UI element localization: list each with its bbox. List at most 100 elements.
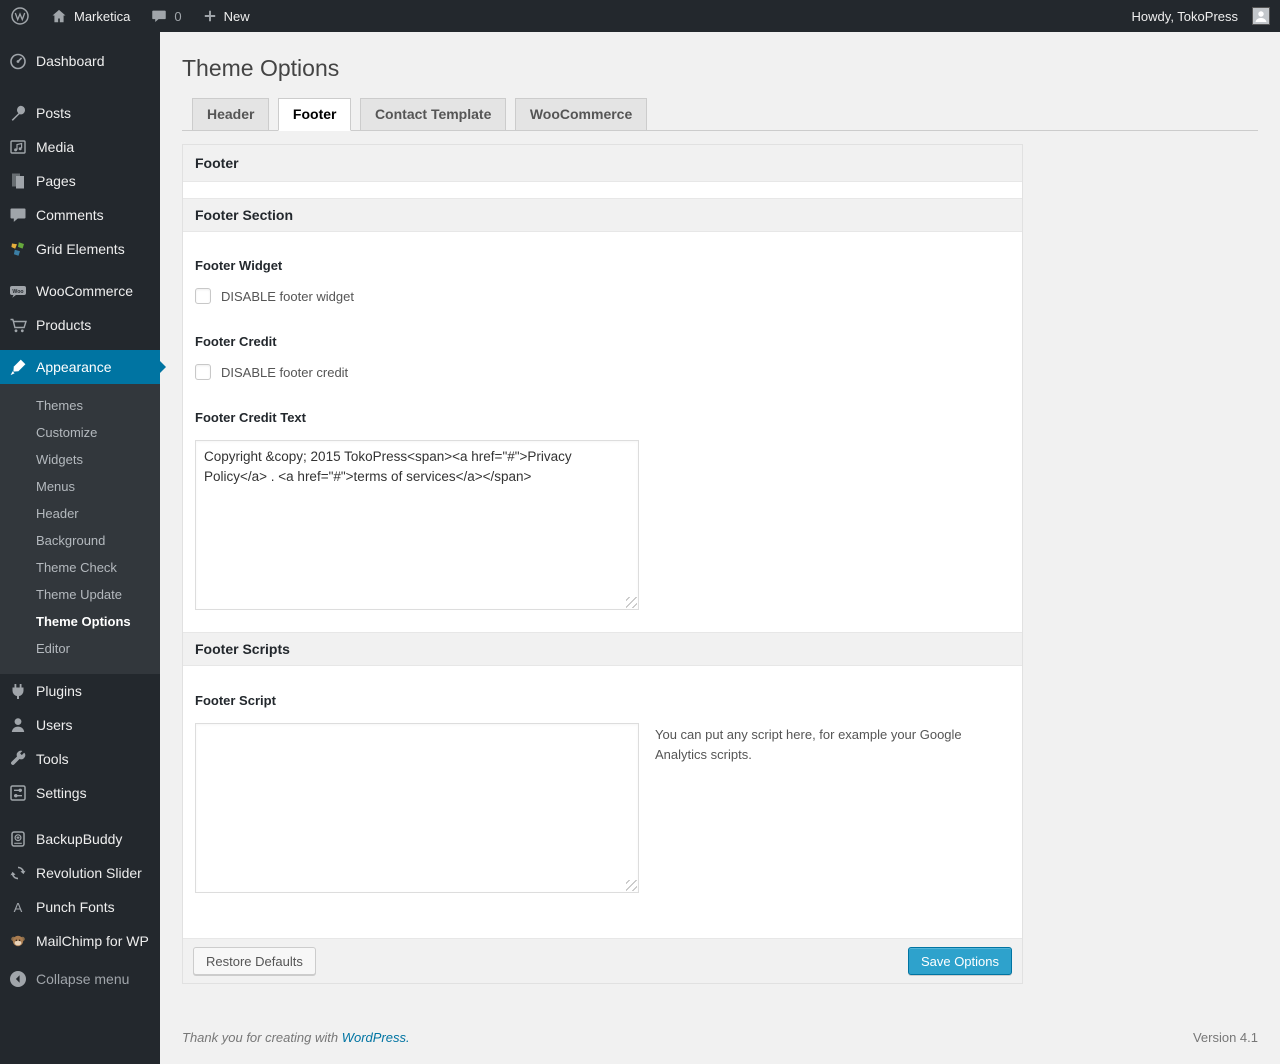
- new-content-menu[interactable]: New: [192, 0, 260, 32]
- sidebar-item-label: Pages: [36, 173, 76, 189]
- sidebar-item-label: Comments: [36, 207, 104, 223]
- sidebar-item-mailchimp[interactable]: MailChimp for WP: [0, 924, 160, 958]
- tab-contact-template[interactable]: Contact Template: [359, 98, 507, 131]
- sidebar-item-label: Plugins: [36, 683, 82, 699]
- svg-text:Woo: Woo: [12, 289, 23, 295]
- save-options-button[interactable]: Save Options: [907, 947, 1012, 975]
- wordpress-logo-icon: [10, 6, 30, 26]
- wordpress-link[interactable]: WordPress.: [342, 1030, 410, 1045]
- tools-icon: [8, 749, 36, 769]
- site-name: Marketica: [74, 8, 131, 24]
- tab-header[interactable]: Header: [192, 98, 270, 131]
- footer-script-helper-text: You can put any script here, for example…: [655, 727, 962, 763]
- pages-icon: [8, 171, 36, 191]
- footer-section-header: Footer Section: [183, 198, 1022, 232]
- submenu-item-background[interactable]: Background: [0, 527, 160, 554]
- sidebar-item-media[interactable]: Media: [0, 130, 160, 164]
- sidebar-item-label: BackupBuddy: [36, 831, 123, 847]
- sidebar-item-pages[interactable]: Pages: [0, 164, 160, 198]
- avatar: [1252, 7, 1270, 25]
- sidebar-item-posts[interactable]: Posts: [0, 96, 160, 130]
- plus-icon: [202, 8, 218, 24]
- sidebar-item-woocommerce[interactable]: Woo WooCommerce: [0, 274, 160, 308]
- my-account-menu[interactable]: Howdy, TokoPress: [1122, 7, 1280, 25]
- sidebar-item-settings[interactable]: Settings: [0, 776, 160, 810]
- footer-script-input[interactable]: [195, 723, 639, 893]
- footer-widget-label: Footer Widget: [195, 258, 283, 273]
- footer-credit-checkbox-label: DISABLE footer credit: [221, 364, 349, 380]
- submenu-item-theme-options[interactable]: Theme Options: [0, 608, 160, 635]
- pin-icon: [8, 103, 36, 123]
- main-content: Theme Options Header Footer Contact Temp…: [160, 32, 1280, 1064]
- sidebar-item-plugins[interactable]: Plugins: [0, 674, 160, 708]
- users-icon: [8, 715, 36, 735]
- submenu-item-widgets[interactable]: Widgets: [0, 446, 160, 473]
- cart-icon: [8, 315, 36, 335]
- sidebar-item-label: Punch Fonts: [36, 899, 115, 915]
- resize-grip-icon[interactable]: [626, 880, 637, 891]
- submenu-item-menus[interactable]: Menus: [0, 473, 160, 500]
- revolution-slider-icon: [8, 863, 36, 883]
- mailchimp-icon: [8, 931, 36, 951]
- footer-widget-checkbox-label: DISABLE footer widget: [221, 288, 354, 304]
- footer-credit-checkbox[interactable]: [195, 364, 211, 380]
- sidebar-item-collapse-menu[interactable]: Collapse menu: [0, 962, 160, 996]
- sidebar-item-label: Dashboard: [36, 53, 105, 69]
- appearance-submenu: Themes Customize Widgets Menus Header Ba…: [0, 384, 160, 674]
- home-icon: [50, 7, 68, 25]
- sidebar-item-label: Media: [36, 139, 75, 155]
- sidebar-item-dashboard[interactable]: Dashboard: [0, 44, 160, 78]
- sidebar-item-tools[interactable]: Tools: [0, 742, 160, 776]
- plugins-icon: [8, 681, 36, 701]
- sidebar-item-label: Grid Elements: [36, 241, 125, 257]
- appearance-icon: [8, 357, 36, 377]
- backupbuddy-icon: [8, 829, 36, 849]
- tab-woocommerce[interactable]: WooCommerce: [514, 98, 648, 131]
- sidebar-item-label: Posts: [36, 105, 72, 121]
- new-label: New: [223, 8, 250, 24]
- theme-options-panel: Footer Footer Section Footer Widget DISA…: [182, 144, 1023, 984]
- footer-credit-text-label: Footer Credit Text: [195, 410, 306, 425]
- footer-script-label: Footer Script: [195, 693, 276, 708]
- submenu-item-header[interactable]: Header: [0, 500, 160, 527]
- submenu-item-theme-update[interactable]: Theme Update: [0, 581, 160, 608]
- sidebar-item-users[interactable]: Users: [0, 708, 160, 742]
- sidebar-item-label: MailChimp for WP: [36, 933, 149, 949]
- sidebar-item-backupbuddy[interactable]: BackupBuddy: [0, 822, 160, 856]
- sidebar-item-label: Products: [36, 317, 92, 333]
- comment-bubble-icon: [150, 7, 168, 25]
- resize-grip-icon[interactable]: [626, 597, 637, 608]
- punch-fonts-icon: A: [8, 897, 36, 917]
- submenu-item-themes[interactable]: Themes: [0, 392, 160, 419]
- version-text: Version 4.1: [1192, 1030, 1258, 1045]
- sidebar-item-appearance[interactable]: Appearance: [0, 350, 166, 384]
- footer-widget-checkbox[interactable]: [195, 288, 211, 304]
- sidebar-item-label: Appearance: [36, 359, 112, 375]
- comments-shortcut[interactable]: 0: [140, 0, 191, 32]
- sidebar-item-punch-fonts[interactable]: A Punch Fonts: [0, 890, 160, 924]
- restore-defaults-button[interactable]: Restore Defaults: [193, 947, 316, 975]
- settings-icon: [8, 783, 36, 803]
- sidebar-item-revolution-slider[interactable]: Revolution Slider: [0, 856, 160, 890]
- panel-action-bar: Restore Defaults Save Options: [183, 938, 1022, 983]
- tab-footer[interactable]: Footer: [277, 98, 352, 131]
- submenu-item-editor[interactable]: Editor: [0, 635, 160, 662]
- howdy-text: Howdy, TokoPress: [1131, 8, 1238, 24]
- footer-thankyou-text: Thank you for creating with WordPress.: [182, 1030, 410, 1045]
- wordpress-menu[interactable]: [0, 0, 40, 32]
- footer-credit-text-input[interactable]: Copyright &copy; 2015 TokoPress<span><a …: [195, 440, 639, 610]
- submenu-item-customize[interactable]: Customize: [0, 419, 160, 446]
- collapse-icon: [8, 969, 36, 989]
- sidebar-item-products[interactable]: Products: [0, 308, 160, 342]
- admin-sidebar: Dashboard Posts Media Pages Comments Gri…: [0, 32, 166, 1064]
- panel-title-bar: Footer: [183, 145, 1022, 182]
- submenu-item-theme-check[interactable]: Theme Check: [0, 554, 160, 581]
- grid-elements-icon: [8, 239, 36, 259]
- sidebar-item-label: Users: [36, 717, 73, 733]
- sidebar-item-grid-elements[interactable]: Grid Elements: [0, 232, 160, 266]
- sidebar-item-comments[interactable]: Comments: [0, 198, 160, 232]
- sidebar-item-label: Revolution Slider: [36, 865, 142, 881]
- media-icon: [8, 137, 36, 157]
- site-name-link[interactable]: Marketica: [40, 0, 140, 32]
- sidebar-item-label: WooCommerce: [36, 283, 133, 299]
